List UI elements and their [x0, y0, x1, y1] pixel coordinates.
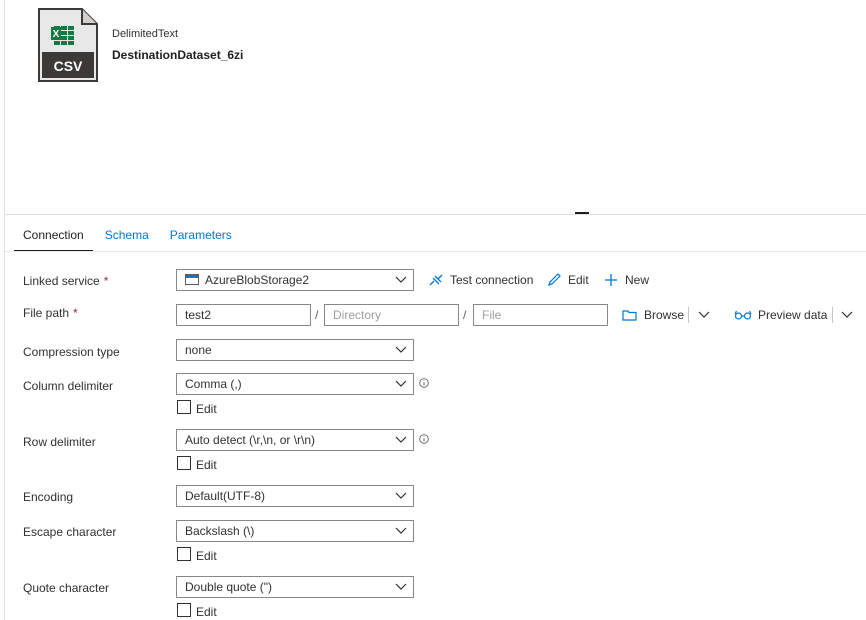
browse-options-chevron-icon[interactable] — [698, 311, 710, 319]
glasses-icon — [734, 310, 752, 320]
chevron-down-icon — [395, 436, 407, 443]
encoding-dropdown[interactable]: Default(UTF-8) — [176, 485, 414, 507]
button-divider — [688, 307, 689, 323]
chevron-down-icon — [395, 346, 407, 353]
test-connection-button[interactable]: Test connection — [428, 273, 533, 287]
plus-icon — [605, 274, 617, 286]
new-label: New — [625, 273, 650, 287]
tab-bar: Connection Schema Parameters — [14, 224, 244, 252]
info-icon[interactable] — [419, 434, 429, 444]
column-delimiter-edit-label: Edit — [196, 402, 217, 416]
preview-options-chevron-icon[interactable] — [841, 311, 853, 319]
row-delimiter-edit-label: Edit — [196, 458, 217, 472]
column-delimiter-edit-checkbox[interactable] — [177, 400, 191, 414]
linked-service-dropdown[interactable]: AzureBlobStorage2 — [176, 269, 414, 291]
container-input[interactable]: test2 — [176, 304, 311, 326]
required-marker: * — [73, 306, 78, 320]
column-delimiter-label: Column delimiter — [23, 379, 114, 393]
compression-type-dropdown[interactable]: none — [176, 339, 414, 361]
row-delimiter-edit-checkbox[interactable] — [177, 456, 191, 470]
svg-text:X: X — [53, 29, 60, 40]
csv-icon-text: CSV — [54, 58, 83, 74]
storage-account-icon — [185, 274, 199, 285]
linked-service-label: Linked service * — [23, 274, 109, 288]
required-marker: * — [103, 274, 109, 288]
quote-character-value: Double quote (") — [185, 580, 272, 594]
encoding-value: Default(UTF-8) — [185, 489, 266, 503]
escape-character-edit-label: Edit — [196, 549, 217, 563]
tab-schema[interactable]: Schema — [96, 224, 158, 252]
file-path-label: File path * — [23, 306, 78, 320]
quote-character-label: Quote character — [23, 581, 110, 595]
column-delimiter-value: Comma (,) — [185, 377, 242, 391]
escape-character-value: Backslash (\) — [185, 524, 255, 538]
dataset-name: DestinationDataset_6zi — [112, 48, 244, 62]
chevron-down-icon — [395, 527, 407, 534]
column-delimiter-dropdown[interactable]: Comma (,) — [176, 373, 414, 395]
edit-linked-service-button[interactable]: Edit — [547, 273, 589, 287]
escape-character-dropdown[interactable]: Backslash (\) — [176, 520, 414, 542]
tab-divider — [5, 251, 866, 252]
directory-input[interactable]: Directory — [324, 304, 459, 326]
chevron-down-icon — [395, 276, 407, 283]
linked-service-value: AzureBlobStorage2 — [205, 273, 310, 287]
chevron-down-icon — [395, 492, 407, 499]
splitter-handle[interactable] — [575, 212, 589, 214]
preview-data-button[interactable]: Preview data — [734, 308, 827, 322]
file-input[interactable]: File — [473, 304, 608, 326]
browse-label: Browse — [644, 308, 685, 322]
compression-type-label: Compression type — [23, 345, 120, 359]
edit-label: Edit — [568, 273, 589, 287]
escape-character-label: Escape character — [23, 525, 117, 539]
row-delimiter-value: Auto detect (\r,\n, or \r\n) — [185, 433, 316, 447]
folder-icon — [622, 310, 637, 321]
test-connection-label: Test connection — [450, 273, 534, 287]
escape-character-edit-checkbox[interactable] — [177, 547, 191, 561]
tab-connection[interactable]: Connection — [14, 224, 93, 252]
dataset-type: DelimitedText — [112, 28, 179, 40]
quote-character-edit-checkbox[interactable] — [177, 603, 191, 617]
csv-file-icon: X CSV — [38, 8, 98, 82]
row-delimiter-dropdown[interactable]: Auto detect (\r,\n, or \r\n) — [176, 429, 414, 451]
quote-character-edit-label: Edit — [196, 605, 217, 619]
quote-character-dropdown[interactable]: Double quote (") — [176, 576, 414, 598]
tab-parameters[interactable]: Parameters — [161, 224, 241, 252]
chevron-down-icon — [395, 583, 407, 590]
info-icon[interactable] — [419, 378, 429, 388]
compression-type-value: none — [185, 343, 212, 357]
plug-icon — [429, 274, 443, 286]
path-separator: / — [315, 308, 319, 322]
pencil-icon — [548, 273, 561, 286]
path-separator: / — [463, 308, 467, 322]
preview-data-label: Preview data — [758, 308, 828, 322]
row-delimiter-label: Row delimiter — [23, 435, 96, 449]
panel-splitter — [5, 214, 866, 215]
browse-button[interactable]: Browse — [622, 308, 684, 322]
encoding-label: Encoding — [23, 490, 74, 504]
new-linked-service-button[interactable]: New — [604, 273, 649, 287]
left-border — [4, 0, 5, 620]
chevron-down-icon — [395, 380, 407, 387]
button-divider — [832, 307, 833, 323]
